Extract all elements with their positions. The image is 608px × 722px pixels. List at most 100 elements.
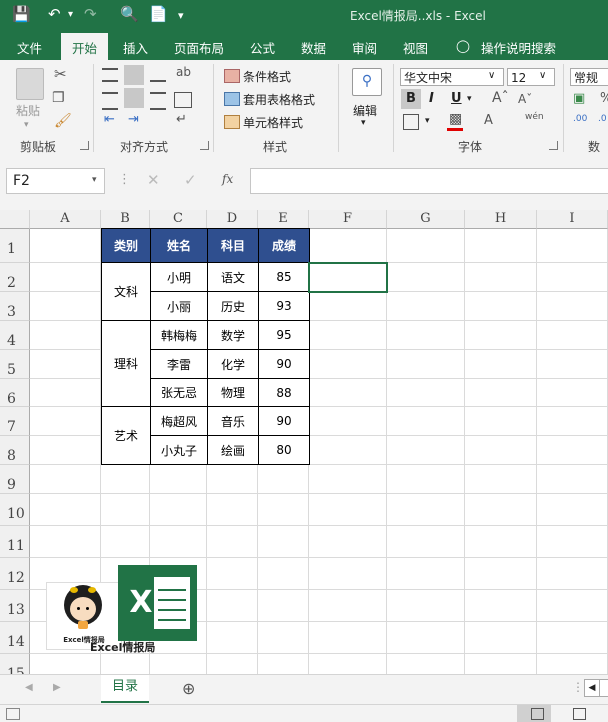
cut-icon[interactable]: ✂ xyxy=(54,65,67,83)
column-header-f[interactable]: F xyxy=(309,210,387,229)
table-data-cell[interactable]: 88 xyxy=(258,378,310,407)
table-data-cell[interactable]: 93 xyxy=(258,291,310,321)
row-header-9[interactable]: 9 xyxy=(0,465,30,494)
table-data-cell[interactable]: 90 xyxy=(258,406,310,436)
scroll-sheets-right-icon[interactable]: ▶ xyxy=(53,682,61,693)
decrease-font-icon[interactable]: Aˇ xyxy=(518,92,532,106)
cancel-icon[interactable]: ✕ xyxy=(147,171,160,189)
conditional-format-button[interactable]: 条件格式 xyxy=(243,68,291,85)
macro-record-icon[interactable] xyxy=(6,708,20,720)
table-data-cell[interactable]: 95 xyxy=(258,320,310,350)
fill-color-icon[interactable]: ▩ xyxy=(449,111,462,127)
bold-button[interactable]: B xyxy=(401,89,421,109)
table-data-cell[interactable]: 小丽 xyxy=(150,291,208,321)
table-header-cell[interactable]: 类别 xyxy=(101,228,151,263)
undo-dropdown-icon[interactable]: ▾ xyxy=(68,9,73,20)
format-painter-icon[interactable]: 🖌 xyxy=(54,113,72,129)
tab-insert[interactable]: 插入 xyxy=(123,38,148,57)
font-name-dropdown-icon[interactable]: ∨ xyxy=(488,70,495,81)
row-header-10[interactable]: 10 xyxy=(0,494,30,526)
column-header-a[interactable]: A xyxy=(30,210,101,229)
table-data-cell[interactable]: 张无忌 xyxy=(150,378,208,407)
column-header-b[interactable]: B xyxy=(101,210,150,229)
category-cell[interactable]: 理科 xyxy=(101,320,151,407)
customize-toolbar-icon[interactable]: ▾ xyxy=(178,9,184,22)
tab-formulas[interactable]: 公式 xyxy=(250,38,275,57)
select-all-corner[interactable] xyxy=(0,210,30,229)
sheet-tab-directory[interactable]: 目录 xyxy=(101,675,149,703)
table-data-cell[interactable]: 音乐 xyxy=(207,406,259,436)
row-header-1[interactable]: 1 xyxy=(0,229,30,263)
table-data-cell[interactable]: 语文 xyxy=(207,262,259,292)
percent-icon[interactable]: % xyxy=(600,91,608,106)
number-format-select[interactable]: 常规 xyxy=(570,68,608,86)
row-header-11[interactable]: 11 xyxy=(0,526,30,558)
clipboard-launcher-icon[interactable] xyxy=(80,141,89,150)
new-sheet-icon[interactable]: ⊕ xyxy=(182,679,195,698)
table-data-cell[interactable]: 绘画 xyxy=(207,435,259,465)
decrease-indent-icon[interactable]: ⇤ xyxy=(104,112,115,127)
column-header-i[interactable]: I xyxy=(537,210,608,229)
table-data-cell[interactable]: 李雷 xyxy=(150,349,208,379)
accounting-format-icon[interactable]: ▣ xyxy=(573,91,585,106)
align-bottom-icon[interactable] xyxy=(150,68,166,82)
copy-icon[interactable]: ❐ xyxy=(52,90,65,106)
table-data-cell[interactable]: 数学 xyxy=(207,320,259,350)
row-header-8[interactable]: 8 xyxy=(0,436,30,465)
row-header-15[interactable]: 15 xyxy=(0,654,30,674)
font-size-select[interactable]: 12 xyxy=(507,68,555,86)
align-top-icon[interactable] xyxy=(102,68,118,82)
insert-function-button[interactable]: fx xyxy=(222,172,233,186)
undo-icon[interactable]: ↶ xyxy=(48,5,61,23)
table-header-cell[interactable]: 姓名 xyxy=(150,228,208,263)
table-data-cell[interactable]: 小明 xyxy=(150,262,208,292)
decrease-decimal-icon[interactable]: .0 xyxy=(598,114,607,124)
editing-button[interactable]: 编辑 xyxy=(353,102,377,119)
borders-dropdown-icon[interactable]: ▾ xyxy=(425,116,430,126)
row-header-12[interactable]: 12 xyxy=(0,558,30,590)
hscroll-left-icon[interactable]: ◀ xyxy=(584,679,600,697)
hscroll-thumb[interactable] xyxy=(599,679,608,697)
table-header-cell[interactable]: 成绩 xyxy=(258,228,310,263)
table-data-cell[interactable]: 历史 xyxy=(207,291,259,321)
table-data-cell[interactable]: 小丸子 xyxy=(150,435,208,465)
orientation-icon[interactable]: ab xyxy=(176,65,191,79)
align-left-icon[interactable] xyxy=(102,92,118,110)
editing-dropdown-icon[interactable]: ▾ xyxy=(361,118,366,128)
row-header-4[interactable]: 4 xyxy=(0,321,30,350)
row-header-14[interactable]: 14 xyxy=(0,622,30,654)
table-data-cell[interactable]: 物理 xyxy=(207,378,259,407)
table-data-cell[interactable]: 化学 xyxy=(207,349,259,379)
paste-dropdown-icon[interactable]: ▾ xyxy=(24,120,29,130)
column-header-g[interactable]: G xyxy=(387,210,465,229)
wrap-text-icon[interactable]: ↵ xyxy=(176,112,187,127)
increase-indent-icon[interactable]: ⇥ xyxy=(128,112,139,127)
name-box[interactable]: F2 xyxy=(6,168,105,194)
save-icon[interactable]: 💾 xyxy=(12,5,31,23)
name-box-dropdown-icon[interactable]: ▾ xyxy=(92,175,97,185)
font-color-icon[interactable]: A xyxy=(484,113,493,128)
column-header-h[interactable]: H xyxy=(465,210,537,229)
font-launcher-icon[interactable] xyxy=(549,141,558,150)
align-right-icon[interactable] xyxy=(150,92,166,110)
category-cell[interactable]: 文科 xyxy=(101,262,151,321)
row-header-5[interactable]: 5 xyxy=(0,350,30,379)
increase-decimal-icon[interactable]: .00 xyxy=(573,114,587,124)
tab-review[interactable]: 审阅 xyxy=(352,38,377,57)
column-header-c[interactable]: C xyxy=(150,210,207,229)
category-cell[interactable]: 艺术 xyxy=(101,406,151,465)
increase-font-icon[interactable]: Aˆ xyxy=(492,90,509,106)
tab-data[interactable]: 数据 xyxy=(301,38,326,57)
column-header-e[interactable]: E xyxy=(258,210,309,229)
row-header-3[interactable]: 3 xyxy=(0,292,30,321)
tell-me-search[interactable]: 操作说明搜索 xyxy=(481,38,556,57)
row-header-13[interactable]: 13 xyxy=(0,590,30,622)
print-preview-icon[interactable]: 🔍 xyxy=(120,5,139,23)
find-icon[interactable]: ⚲ xyxy=(352,68,382,96)
table-data-cell[interactable]: 梅超风 xyxy=(150,406,208,436)
table-data-cell[interactable]: 85 xyxy=(258,262,310,292)
enter-icon[interactable]: ✓ xyxy=(184,171,197,189)
alignment-launcher-icon[interactable] xyxy=(200,141,209,150)
cell-styles-button[interactable]: 单元格样式 xyxy=(243,114,303,131)
tab-page-layout[interactable]: 页面布局 xyxy=(174,38,224,57)
